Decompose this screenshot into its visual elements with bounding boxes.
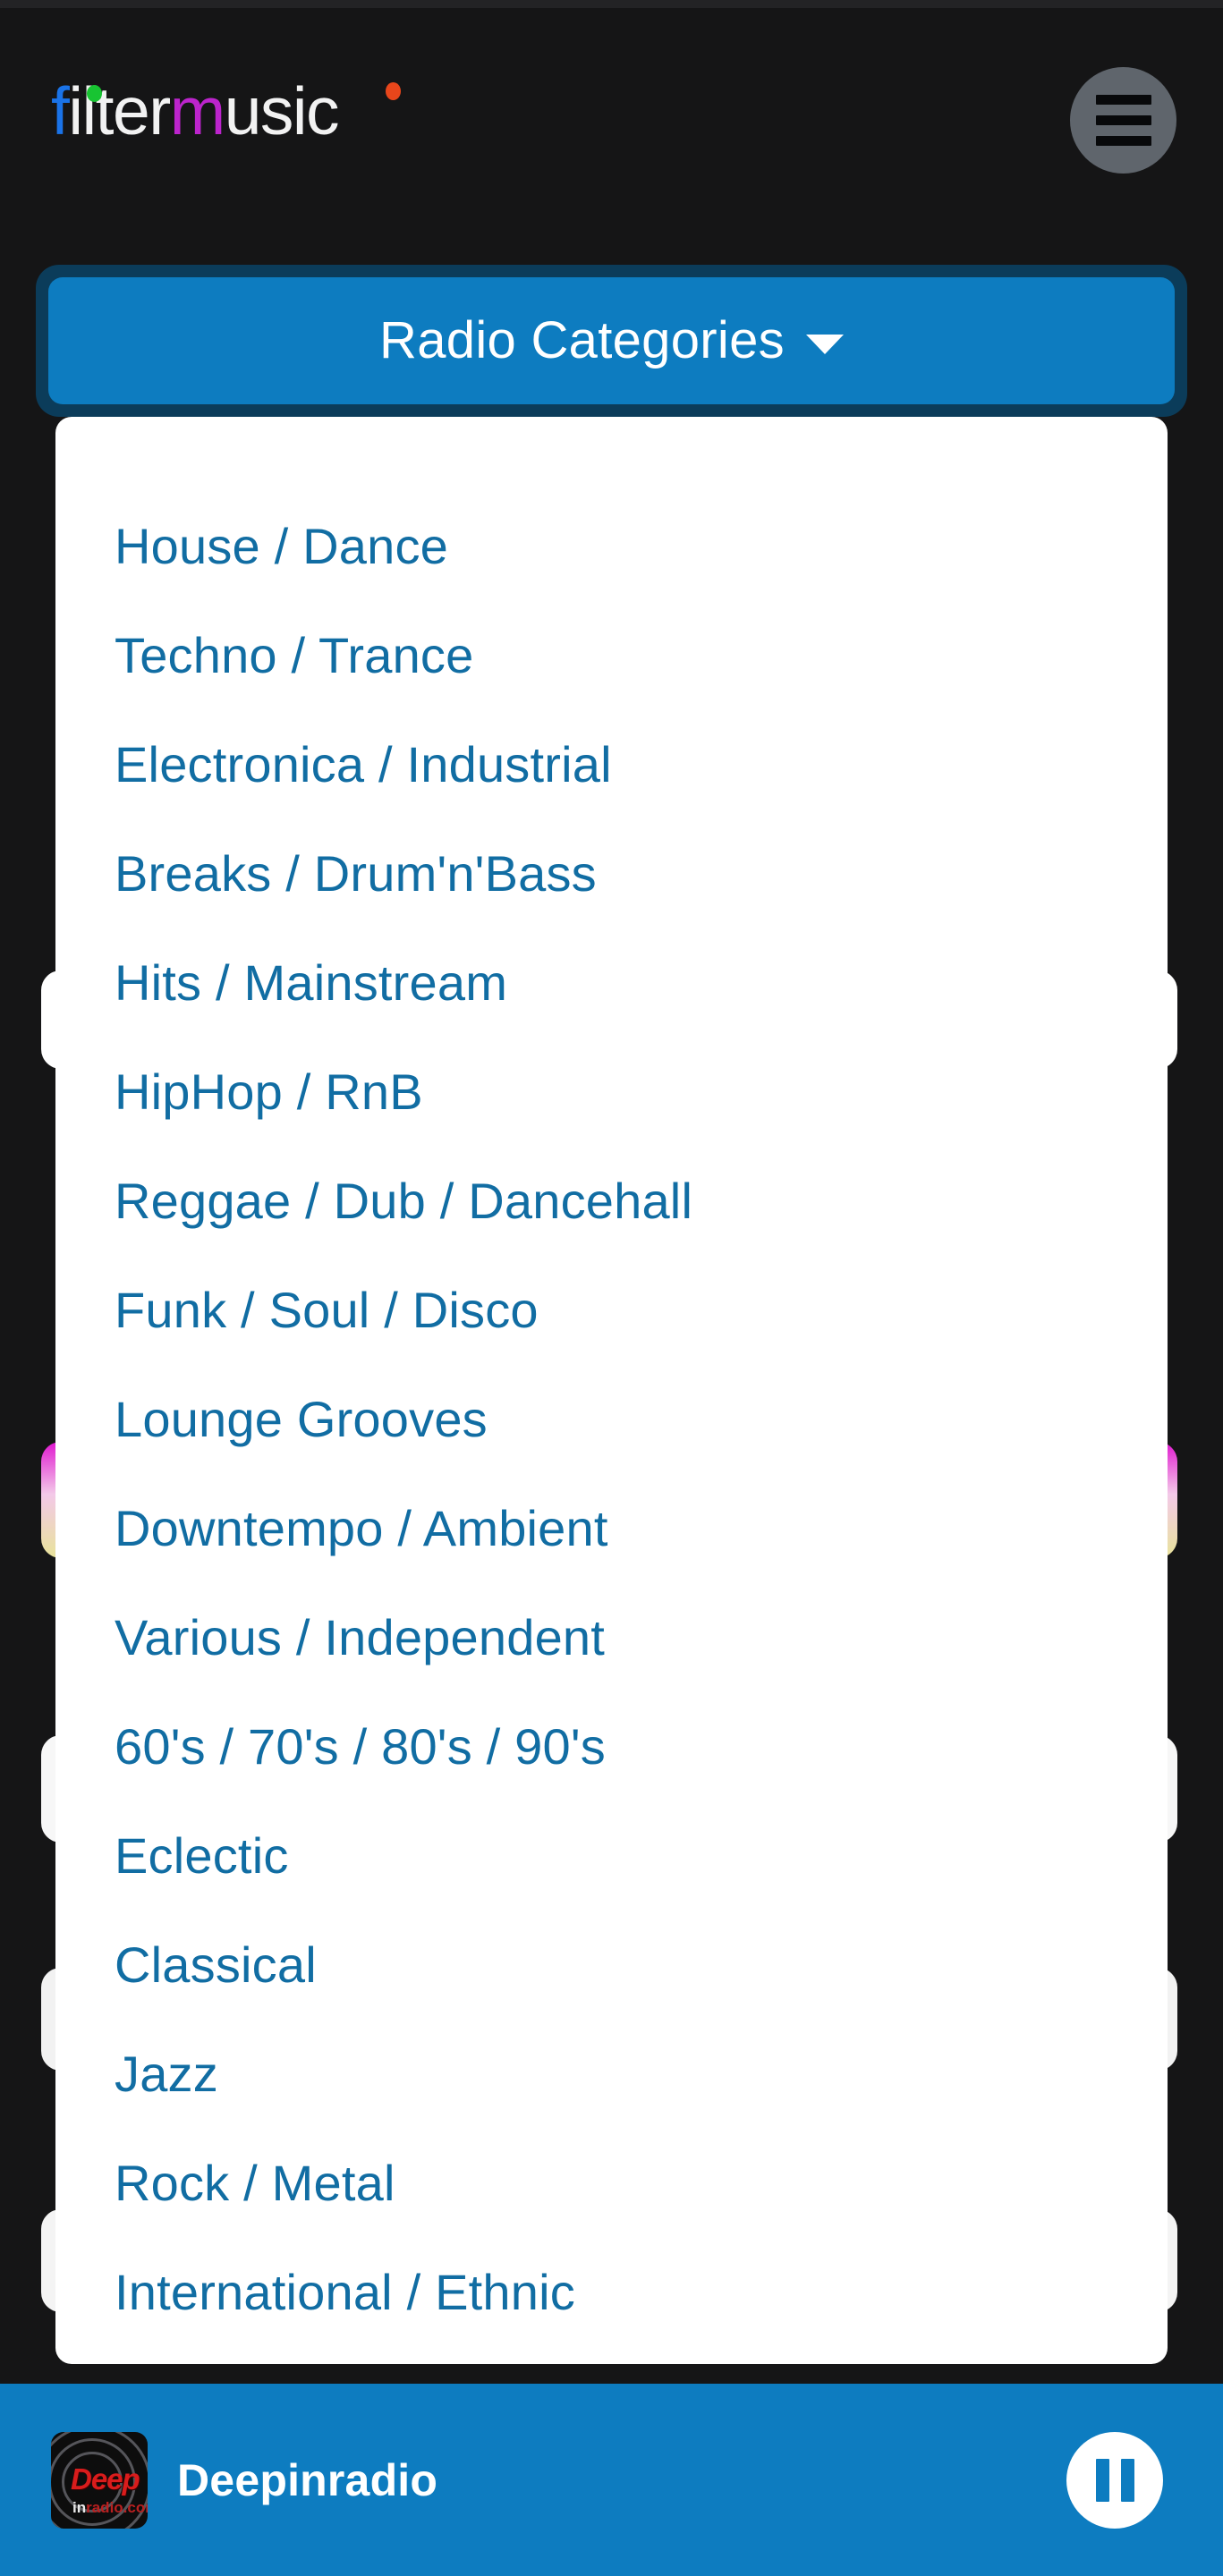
radio-category-item[interactable]: 60's / 70's / 80's / 90's: [55, 1692, 1168, 1801]
hamburger-icon-bar-1: [1095, 95, 1151, 105]
radio-categories-list: House / Dance Techno / Trance Electronica …: [55, 417, 1168, 2364]
pause-icon-bar-1: [1095, 2458, 1109, 2502]
radio-category-item[interactable]: Electronica / Industrial: [55, 710, 1168, 819]
app-header: filtermusic: [0, 8, 1223, 236]
chevron-down-icon: [805, 335, 844, 354]
radio-category-item[interactable]: House / Dance: [55, 492, 1168, 601]
radio-category-item[interactable]: Jazz: [55, 2020, 1168, 2129]
station-name: Deepinradio: [177, 2454, 438, 2505]
now-playing-bar: Deep inradio.com Deepinradio: [0, 2384, 1223, 2576]
logo-part-ilter: ilter: [68, 73, 171, 148]
status-bar: [0, 0, 1223, 8]
radio-category-item[interactable]: Hits / Mainstream: [55, 928, 1168, 1038]
radio-category-item[interactable]: Various / Independent: [55, 1583, 1168, 1692]
logo-part-m: m: [169, 73, 225, 148]
radio-category-item[interactable]: Funk / Soul / Disco: [55, 1256, 1168, 1365]
artwork-subtext: inradio.com: [72, 2500, 148, 2515]
radio-category-item[interactable]: Techno / Trance: [55, 601, 1168, 710]
pause-button[interactable]: [1066, 2431, 1163, 2529]
logo-dot-green-icon: [87, 85, 102, 102]
hamburger-menu-button[interactable]: [1070, 67, 1176, 174]
radio-category-item[interactable]: Eclectic: [55, 1801, 1168, 1911]
artwork-sub-prefix: in: [72, 2498, 87, 2516]
radio-categories-toggle-inner: Radio Categories: [48, 277, 1175, 404]
artwork-sub-suffix: radio.com: [86, 2498, 148, 2516]
radio-categories-toggle-button[interactable]: Radio Categories: [36, 265, 1187, 417]
radio-category-item[interactable]: Reggae / Dub / Dancehall: [55, 1147, 1168, 1256]
station-artwork: Deep inradio.com: [51, 2431, 148, 2529]
radio-categories-dropdown: Radio Categories House / Dance Techno / T…: [36, 265, 1187, 2364]
pause-icon-bar-2: [1120, 2458, 1134, 2502]
hamburger-icon-bar-3: [1095, 136, 1151, 146]
radio-category-item[interactable]: HipHop / RnB: [55, 1038, 1168, 1147]
radio-category-item[interactable]: Classical: [55, 1911, 1168, 2020]
radio-category-item[interactable]: Lounge Grooves: [55, 1365, 1168, 1474]
radio-categories-label: Radio Categories: [379, 311, 785, 369]
artwork-wordmark: Deep: [71, 2462, 140, 2496]
logo-dot-orange-icon: [386, 82, 401, 100]
radio-category-item[interactable]: Downtempo / Ambient: [55, 1474, 1168, 1583]
radio-category-item[interactable]: Breaks / Drum'n'Bass: [55, 819, 1168, 928]
app-screen: filtermusic Radio Categories House / Dan…: [0, 0, 1223, 2576]
radio-category-item[interactable]: Rock / Metal: [55, 2129, 1168, 2238]
logo-part-f: f: [51, 73, 70, 148]
hamburger-icon-bar-2: [1095, 115, 1151, 125]
logo-part-usic: usic: [224, 73, 340, 148]
radio-category-item[interactable]: International / Ethnic: [55, 2238, 1168, 2347]
